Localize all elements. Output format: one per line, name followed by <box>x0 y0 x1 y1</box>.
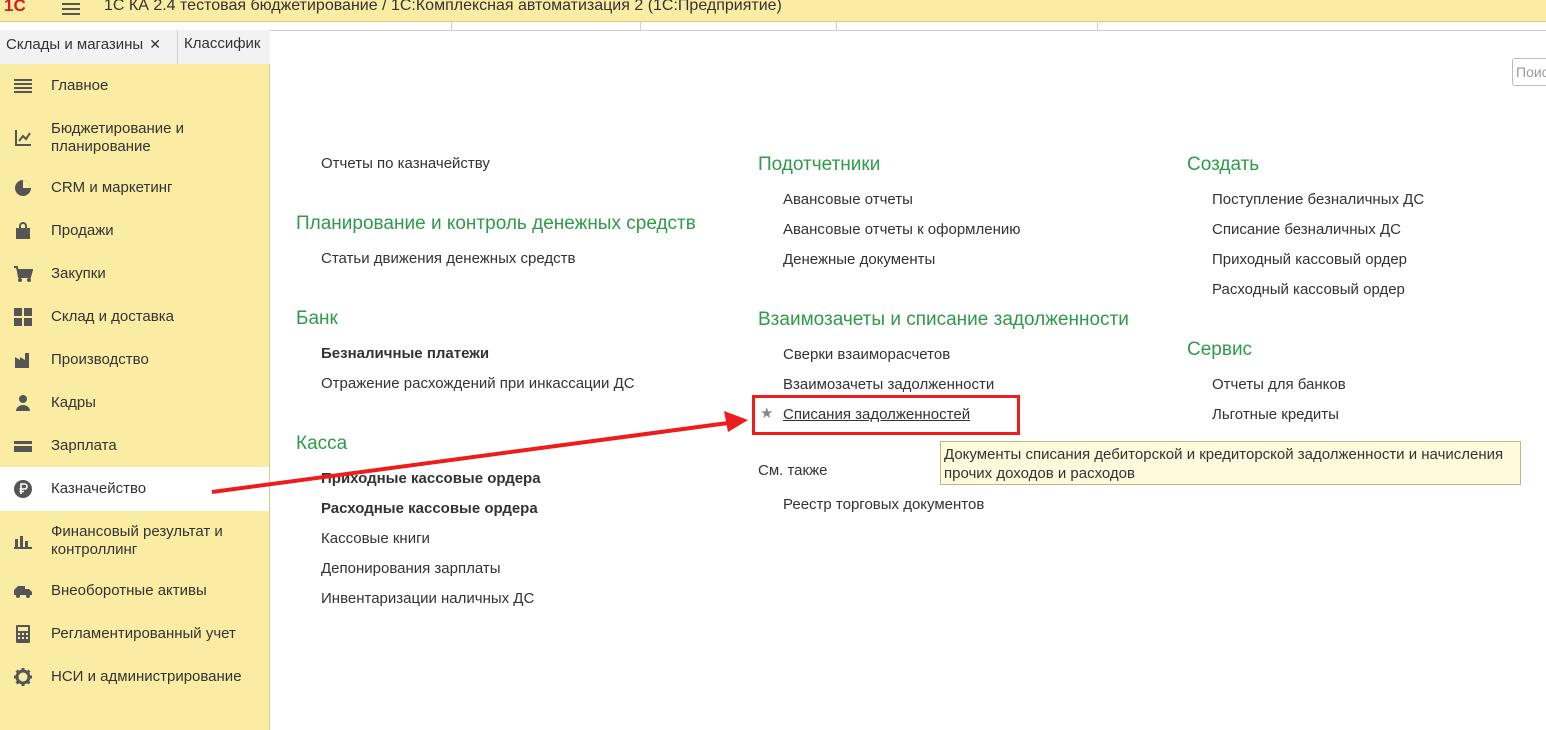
link-monetary-documents[interactable]: Денежные документы <box>783 251 935 268</box>
link-preferential-loans[interactable]: Льготные кредиты <box>1212 406 1339 423</box>
sidebar-item-regulated-accounting[interactable]: Регламентированный учет <box>0 622 269 646</box>
link-cash-receipts[interactable]: Приходные кассовые ордера <box>321 470 541 487</box>
sidebar-item-label: Продажи <box>51 222 114 239</box>
sidebar-item-hr[interactable]: Кадры <box>0 391 269 415</box>
sections-sidebar: Главное Бюджетирование и планирование CRM… <box>0 64 270 730</box>
sidebar-item-purchases[interactable]: Закупки <box>0 262 269 286</box>
sidebar-item-budgeting[interactable]: Бюджетирование и планирование <box>0 119 269 157</box>
truck-icon <box>13 581 33 601</box>
sidebar-item-crm[interactable]: CRM и маркетинг <box>0 176 269 200</box>
tab-label: Склады и магазины <box>6 36 144 53</box>
sidebar-item-label: Главное <box>51 77 109 94</box>
warehouse-grid-icon <box>13 307 33 327</box>
sidebar-item-label: Внеоборотные активы <box>51 582 207 599</box>
heading-accountable-persons: Подотчетники <box>758 154 881 175</box>
shopping-bag-icon <box>13 221 33 241</box>
factory-icon <box>13 350 33 370</box>
sidebar-item-label: Закупки <box>51 265 106 282</box>
heading-create: Создать <box>1187 154 1260 175</box>
window-title: 1С КА 2.4 тестовая бюджетирование / 1С:К… <box>104 0 782 14</box>
link-create-noncash-writeoff[interactable]: Списание безналичных ДС <box>1212 221 1401 238</box>
shopping-cart-icon <box>13 264 33 284</box>
bar-chart-icon <box>13 531 33 551</box>
link-collection-discrepancies[interactable]: Отражение расхождений при инкассации ДС <box>321 375 635 392</box>
link-cash-books[interactable]: Кассовые книги <box>321 530 430 547</box>
wallet-icon <box>13 436 33 456</box>
sidebar-item-label: Регламентированный учет <box>51 625 236 642</box>
sidebar-item-label: Казначейство <box>51 480 147 497</box>
search-input[interactable]: Поис <box>1512 58 1546 86</box>
pie-chart-icon <box>13 178 33 198</box>
link-create-cash-expense-order[interactable]: Расходный кассовый ордер <box>1212 281 1405 298</box>
toolbar-divider <box>640 22 641 30</box>
app-logo: 1С <box>4 0 26 15</box>
sidebar-item-label: НСИ и администрирование <box>51 668 242 685</box>
link-cash-inventory[interactable]: Инвентаризации наличных ДС <box>321 590 534 607</box>
link-treasury-reports[interactable]: Отчеты по казначейству <box>321 155 490 172</box>
toolbar-divider <box>1097 22 1098 30</box>
link-advance-reports[interactable]: Авансовые отчеты <box>783 191 913 208</box>
close-icon[interactable]: ✕ <box>149 36 161 52</box>
gear-icon <box>13 667 33 687</box>
chart-axes-icon <box>13 128 33 148</box>
sidebar-item-label: Кадры <box>51 394 96 411</box>
sidebar-item-label: Зарплата <box>51 437 117 454</box>
link-cash-expenses[interactable]: Расходные кассовые ордера <box>321 500 538 517</box>
window-title-bar: 1С 1С КА 2.4 тестовая бюджетирование / 1… <box>0 0 1546 22</box>
sidebar-item-label: Финансовый результат и контроллинг <box>51 523 223 558</box>
ruble-icon <box>13 479 33 499</box>
open-tabs-bar: Склады и магазины ✕ Классифик <box>0 30 270 64</box>
see-also-label: См. также <box>758 462 828 479</box>
heading-bank: Банк <box>296 308 338 329</box>
heading-cash: Касса <box>296 433 348 454</box>
tab-warehouses[interactable]: Склады и магазины ✕ <box>0 30 178 64</box>
heading-service: Сервис <box>1187 339 1253 360</box>
favorite-star-icon[interactable]: ★ <box>760 404 773 422</box>
sidebar-item-fixed-assets[interactable]: Внеоборотные активы <box>0 579 269 603</box>
link-bank-reports[interactable]: Отчеты для банков <box>1212 376 1346 393</box>
sidebar-item-warehouse[interactable]: Склад и доставка <box>0 305 269 329</box>
sidebar-item-label: Производство <box>51 351 149 368</box>
heading-offsets: Взаимозачеты и списание задолженности <box>758 309 1129 330</box>
content-top-border <box>270 30 1546 31</box>
heading-planning: Планирование и контроль денежных средств <box>296 213 696 234</box>
sidebar-item-label: Бюджетирование и планирование <box>51 120 185 155</box>
link-reconciliations[interactable]: Сверки взаиморасчетов <box>783 346 950 363</box>
menu-lines-icon <box>13 76 33 96</box>
sidebar-item-label: Склад и доставка <box>51 308 174 325</box>
link-debt-writeoffs[interactable]: Списания задолженностей <box>783 406 970 423</box>
sidebar-item-main[interactable]: Главное <box>0 74 269 98</box>
toolbar-divider <box>836 22 837 30</box>
link-debt-offsets[interactable]: Взаимозачеты задолженности <box>783 376 994 393</box>
link-advance-reports-pending[interactable]: Авансовые отчеты к оформлению <box>783 221 1020 238</box>
calculator-icon <box>13 624 33 644</box>
link-create-noncash-receipt[interactable]: Поступление безналичных ДС <box>1212 191 1424 208</box>
link-noncash-payments[interactable]: Безналичные платежи <box>321 345 489 362</box>
sidebar-item-nsi-admin[interactable]: НСИ и администрирование <box>0 665 269 689</box>
main-menu-icon[interactable] <box>62 0 80 15</box>
link-salary-deposits[interactable]: Депонирования зарплаты <box>321 560 501 577</box>
tab-classifiers[interactable]: Классифик <box>178 30 270 64</box>
tooltip: Документы списания дебиторской и кредито… <box>940 441 1521 485</box>
person-icon <box>13 393 33 413</box>
sidebar-item-salary[interactable]: Зарплата <box>0 434 269 458</box>
tab-label: Классифик <box>184 35 261 52</box>
sidebar-item-financial-result[interactable]: Финансовый результат и контроллинг <box>0 522 269 560</box>
link-trade-documents-register[interactable]: Реестр торговых документов <box>783 496 984 513</box>
toolbar-divider <box>451 22 452 30</box>
link-create-cash-receipt-order[interactable]: Приходный кассовый ордер <box>1212 251 1407 268</box>
link-cashflow-items[interactable]: Статьи движения денежных средств <box>321 250 575 267</box>
sidebar-item-production[interactable]: Производство <box>0 348 269 372</box>
sidebar-item-sales[interactable]: Продажи <box>0 219 269 243</box>
sidebar-item-label: CRM и маркетинг <box>51 179 173 196</box>
sidebar-item-treasury[interactable]: Казначейство <box>0 467 269 511</box>
